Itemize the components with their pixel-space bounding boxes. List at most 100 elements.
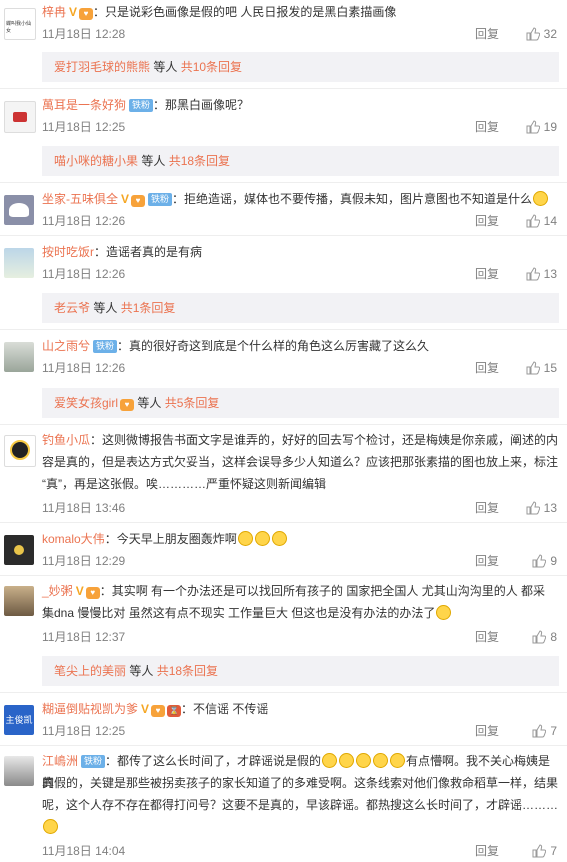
like-button[interactable]: 7 xyxy=(532,840,557,862)
like-count: 15 xyxy=(543,361,557,375)
divider xyxy=(0,424,567,425)
avatar[interactable] xyxy=(4,195,34,225)
comment-username[interactable]: 钓鱼小瓜 xyxy=(42,433,90,447)
thumbs-up-icon xyxy=(526,120,540,134)
comment-text: ：真的很好奇这到底是个什么样的角色这么厉害藏了这么久 xyxy=(117,339,430,353)
comment-date: 11月18日 12:26 xyxy=(42,214,126,228)
comment-text-line: ：这则微博报告书面文字是谁弄的，好好的回去写个检讨，还是梅姨是你亲戚，阐述的内 xyxy=(90,433,559,447)
comment-username[interactable]: 坐家-五味俱全 xyxy=(42,192,118,206)
like-button[interactable]: 13 xyxy=(526,263,557,285)
comment-date: 11月18日 12:25 xyxy=(42,120,126,134)
reply-button[interactable]: 回复 xyxy=(475,840,499,862)
like-button[interactable]: 15 xyxy=(526,357,557,379)
divider xyxy=(0,88,567,89)
comment-username[interactable]: 江嶋洲 xyxy=(42,754,78,768)
reply-user[interactable]: 爱笑女孩girl xyxy=(54,396,118,410)
vip-icon: ♥ xyxy=(79,8,94,20)
comment-username[interactable]: 萬耳是一条好狗 xyxy=(42,98,126,112)
comment-date: 11月18日 12:25 xyxy=(42,724,126,738)
reply-summary[interactable]: 老云爷 等人 共1条回复 xyxy=(42,293,559,323)
emoji-icon xyxy=(43,819,58,834)
reply-summary-text: 等人 xyxy=(126,664,157,678)
vip-icon: ♥ xyxy=(120,399,135,411)
comment-text: ：那黑白画像呢？ xyxy=(153,98,250,112)
avatar[interactable] xyxy=(4,342,34,372)
like-count: 9 xyxy=(550,554,557,568)
thumbs-up-icon xyxy=(526,267,540,281)
emoji-icon xyxy=(271,531,287,546)
reply-summary[interactable]: 爱笑女孩girl ♥ 等人 共5条回复 xyxy=(42,388,559,418)
divider xyxy=(0,745,567,746)
reply-button[interactable]: 回复 xyxy=(475,626,499,648)
reply-user[interactable]: 笔尖上的美丽 xyxy=(54,664,126,678)
reply-button[interactable]: 回复 xyxy=(475,116,499,138)
reply-button[interactable]: 回复 xyxy=(475,550,499,572)
like-button[interactable]: 14 xyxy=(526,210,557,232)
verified-icon: V xyxy=(121,192,130,206)
divider xyxy=(0,692,567,693)
reply-user[interactable]: 喵小咪的糖小果 xyxy=(54,154,138,168)
reply-button[interactable]: 回复 xyxy=(475,210,499,232)
thumbs-up-icon xyxy=(532,724,547,738)
comment: 主俊凯 糊逼倒贴视凯为爹 V ♥ ⌛ ：不信谣 不传谣 11月18日 12:25 回复 … xyxy=(0,697,567,743)
avatar[interactable]: 蝶叫我小仙女 xyxy=(4,8,36,40)
avatar[interactable] xyxy=(4,756,34,786)
reply-count-link[interactable]: 共1条回复 xyxy=(121,301,176,315)
comment-text: ：今天早上朋友圈轰炸啊 xyxy=(104,532,237,546)
reply-summary[interactable]: 爱打羽毛球的熊熊 等人 共10条回复 xyxy=(42,52,559,82)
divider xyxy=(0,575,567,576)
like-button[interactable]: 9 xyxy=(532,550,557,572)
comment: 萬耳是一条好狗 铁粉 ：那黑白画像呢？ 11月18日 12:25 回复 19 xyxy=(0,93,567,145)
thumbs-up-icon xyxy=(532,630,547,644)
like-button[interactable]: 32 xyxy=(526,23,557,45)
comment-text-line: 容是真的，但是表达方式欠妥当，这样会误导多少人知道么？应该把那张素描的图也放上来… xyxy=(42,455,559,469)
avatar[interactable] xyxy=(4,586,34,616)
emoji-icon xyxy=(322,753,338,768)
avatar[interactable] xyxy=(4,535,34,565)
emoji-icon xyxy=(373,753,389,768)
comment-username[interactable]: komalo大伟 xyxy=(42,532,105,546)
reply-summary[interactable]: 喵小咪的糖小果 等人 共18条回复 xyxy=(42,146,559,176)
comment: 山之雨兮 铁粉 ：真的很好奇这到底是个什么样的角色这么厉害藏了这么久 11月18日 … xyxy=(0,334,567,380)
reply-summary[interactable]: 笔尖上的美丽 等人 共18条回复 xyxy=(42,656,559,686)
like-button[interactable]: 8 xyxy=(532,626,557,648)
like-count: 8 xyxy=(550,630,557,644)
comment-text: ：不信谣 不传谣 xyxy=(181,702,269,716)
reply-button[interactable]: 回复 xyxy=(475,23,499,45)
reply-count-link[interactable]: 共18条回复 xyxy=(169,154,230,168)
reply-button[interactable]: 回复 xyxy=(475,720,499,742)
comment-text-line: “真”，再是这张假。唉…………严重怀疑这则新闻编辑 xyxy=(42,477,326,491)
reply-count-link[interactable]: 共18条回复 xyxy=(157,664,218,678)
comment-username[interactable]: _妙粥 xyxy=(42,584,73,598)
emoji-icon xyxy=(237,531,253,546)
reply-button[interactable]: 回复 xyxy=(475,497,499,519)
comment-username[interactable]: 山之雨兮 xyxy=(42,339,90,353)
reply-count-link[interactable]: 共10条回复 xyxy=(181,60,242,74)
comment-date: 11月18日 12:26 xyxy=(42,361,126,375)
thumbs-up-icon xyxy=(532,554,547,568)
emoji-icon xyxy=(436,605,452,620)
reply-button[interactable]: 回复 xyxy=(475,263,499,285)
like-button[interactable]: 13 xyxy=(526,497,557,519)
avatar[interactable] xyxy=(4,101,36,133)
verified-icon: V xyxy=(75,584,84,598)
comment-username[interactable]: 糊逼倒贴视凯为爹 xyxy=(42,702,138,716)
reply-user[interactable]: 老云爷 xyxy=(54,301,90,315)
reply-summary-text: 等人 xyxy=(150,60,181,74)
reply-button[interactable]: 回复 xyxy=(475,357,499,379)
avatar[interactable] xyxy=(4,435,36,467)
fan-badge: 铁粉 xyxy=(81,755,106,768)
like-button[interactable]: 7 xyxy=(532,720,557,742)
like-count: 13 xyxy=(543,267,557,281)
like-count: 19 xyxy=(543,120,557,134)
comment: _妙粥 V ♥ ：其实啊 有一个办法还是可以找回所有孩子的 国家把全国人 尤其山沟沟里… xyxy=(0,580,567,648)
reply-count-link[interactable]: 共5条回复 xyxy=(165,396,220,410)
avatar[interactable]: 主俊凯 xyxy=(4,705,34,735)
comment-date: 11月18日 12:28 xyxy=(42,27,126,41)
avatar[interactable] xyxy=(4,248,34,278)
comment-username[interactable]: 梓冉 xyxy=(42,5,66,19)
comment-username[interactable]: 按时吃饭r xyxy=(42,245,94,259)
comment-text-line: ：其实啊 有一个办法还是可以找回所有孩子的 国家把全国人 尤其山沟沟里的人 都采 xyxy=(99,584,546,598)
reply-user[interactable]: 爱打羽毛球的熊熊 xyxy=(54,60,150,74)
like-button[interactable]: 19 xyxy=(526,116,557,138)
